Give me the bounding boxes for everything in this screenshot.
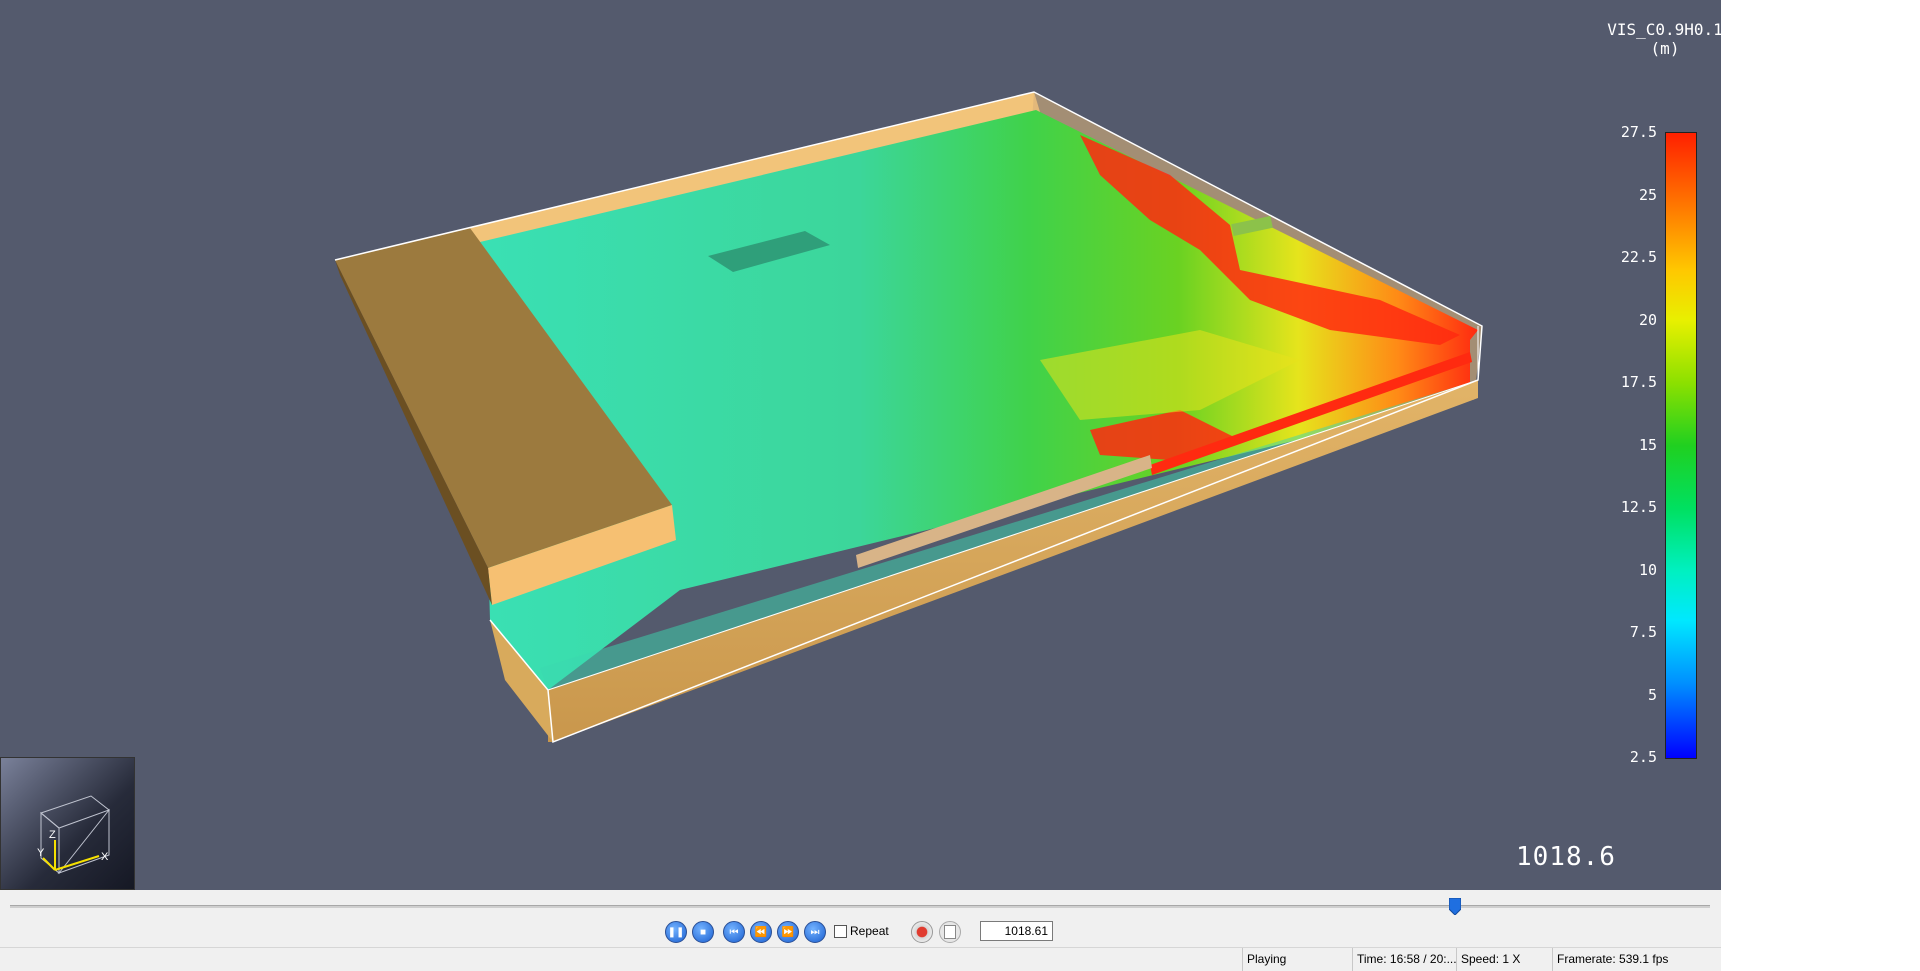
colorbar-title: VIS_C0.9H0.1 (m) bbox=[1607, 20, 1721, 58]
colorbar-tick-label: 22.5 bbox=[1620, 248, 1657, 266]
colorbar-tick-label: 5 bbox=[1647, 685, 1657, 704]
time-slider-thumb[interactable] bbox=[1449, 898, 1461, 915]
colorbar-tick-label: 7.5 bbox=[1629, 623, 1657, 641]
last-frame-button[interactable]: ⏭ bbox=[804, 921, 826, 943]
repeat-checkbox[interactable]: Repeat bbox=[834, 924, 889, 938]
time-input-field[interactable]: 1018.61 bbox=[980, 921, 1053, 941]
status-bar: Playing Time: 16:58 / 20:... Speed: 1 X … bbox=[0, 947, 1721, 971]
colorbar bbox=[1665, 132, 1697, 759]
axes-icon: Z Y X bbox=[37, 795, 111, 875]
status-time: Time: 16:58 / 20:... bbox=[1352, 948, 1456, 971]
colorbar-tick-label: 2.5 bbox=[1629, 748, 1657, 766]
stop-button[interactable]: ■ bbox=[692, 921, 714, 943]
repeat-label: Repeat bbox=[850, 924, 889, 938]
step-back-button[interactable]: ⏪ bbox=[750, 921, 772, 943]
checkbox-icon[interactable] bbox=[834, 924, 847, 938]
pause-icon: ❚❚ bbox=[667, 926, 685, 938]
axis-y-label: Y bbox=[37, 847, 45, 859]
stop-icon: ■ bbox=[699, 926, 707, 938]
first-frame-button[interactable]: ⏮ bbox=[723, 921, 745, 943]
skip-forward-icon: ⏭ bbox=[810, 926, 820, 938]
playback-controls: ❚❚ ■ ⏮ ⏪ ⏩ ⏭ Repeat 1018.61 bbox=[0, 890, 1721, 947]
scene-render bbox=[334, 91, 1483, 744]
rewind-icon: ⏪ bbox=[754, 926, 768, 938]
fast-forward-icon: ⏩ bbox=[781, 926, 795, 938]
document-icon bbox=[944, 925, 956, 939]
fire-domain-model bbox=[334, 91, 1483, 744]
step-forward-button[interactable]: ⏩ bbox=[777, 921, 799, 943]
axis-x-label: X bbox=[101, 851, 109, 863]
pause-button[interactable]: ❚❚ bbox=[665, 921, 687, 943]
record-button[interactable] bbox=[911, 921, 933, 943]
colorbar-tick-label: 15 bbox=[1638, 435, 1657, 454]
colorbar-tick-label: 12.5 bbox=[1620, 498, 1657, 516]
status-framerate: Framerate: 539.1 fps bbox=[1552, 948, 1721, 971]
colorbar-tick-label: 17.5 bbox=[1620, 373, 1657, 391]
stop-record-button[interactable] bbox=[939, 921, 961, 943]
skip-back-icon: ⏮ bbox=[729, 926, 739, 938]
colorbar-tick-label: 27.5 bbox=[1620, 123, 1657, 141]
time-readout: 1018.6 bbox=[1516, 842, 1616, 872]
status-speed: Speed: 1 X bbox=[1456, 948, 1552, 971]
status-state: Playing bbox=[1242, 948, 1352, 971]
axis-z-label: Z bbox=[49, 829, 56, 841]
3d-viewport[interactable]: VIS_C0.9H0.1 (m) 1018.6 Z Y X 27.5 25 22.5… bbox=[0, 0, 1721, 890]
colorbar-tick-label: 10 bbox=[1638, 560, 1657, 579]
axes-orientation-widget: Z Y X bbox=[0, 757, 135, 890]
colorbar-tick-label: 25 bbox=[1638, 185, 1657, 204]
colorbar-tick-label: 20 bbox=[1638, 310, 1657, 329]
